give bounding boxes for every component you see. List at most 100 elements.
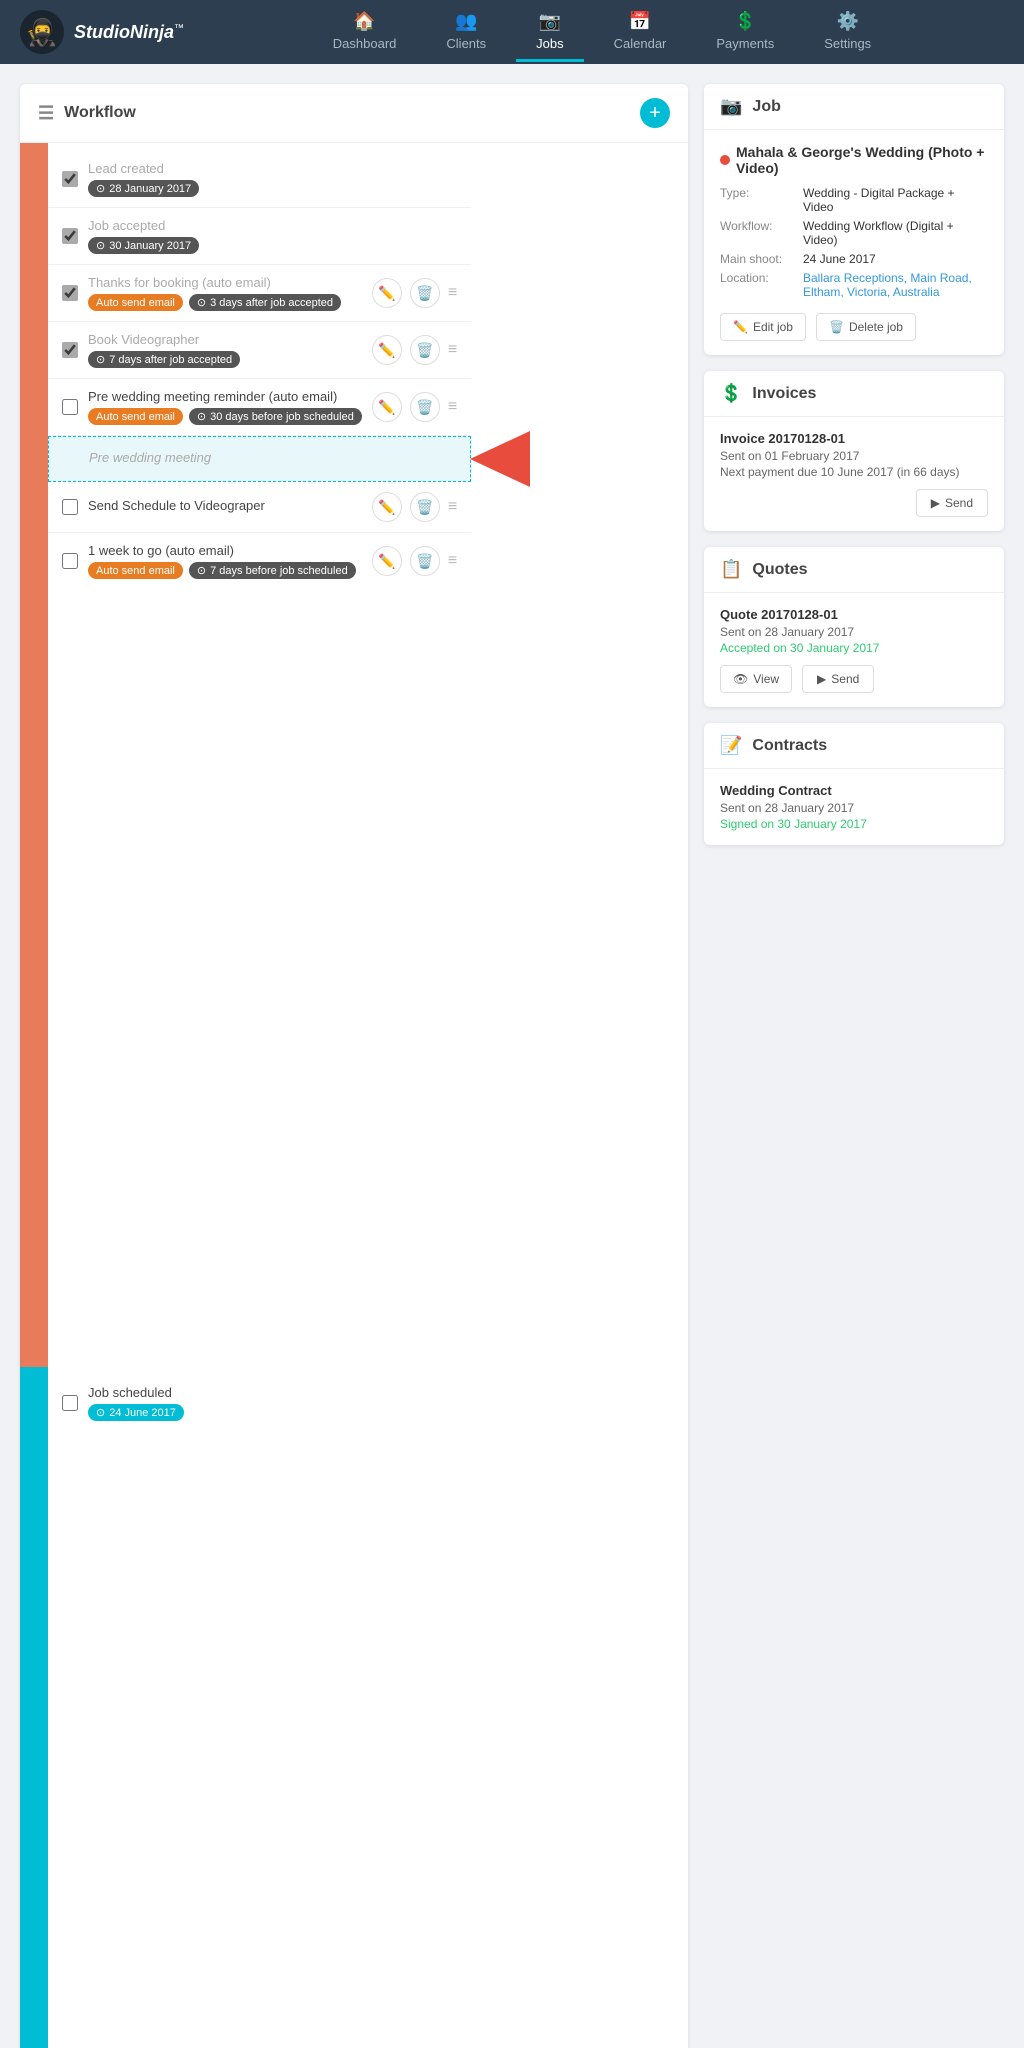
nav-item-payments[interactable]: 💲 Payments <box>696 3 794 62</box>
thanks-autosend-badge: Auto send email <box>88 294 183 311</box>
thanks-booking-edit-button[interactable]: ✏️ <box>372 278 402 308</box>
send-schedule-delete-button[interactable]: 🗑️ <box>410 492 440 522</box>
job-scheduled-checkbox[interactable] <box>62 1395 78 1411</box>
pre-wedding-reminder-drag-handle[interactable]: ≡ <box>448 398 457 416</box>
send-schedule-edit-button[interactable]: ✏️ <box>372 492 402 522</box>
pre-wedding-reminder-checkbox[interactable] <box>62 399 78 415</box>
pre-wedding-reminder-delete-button[interactable]: 🗑️ <box>410 392 440 422</box>
job-status-dot <box>720 155 730 165</box>
logo-studio: Studio <box>74 22 130 42</box>
book-videographer-days-badge: ⊙ 7 days after job accepted <box>88 351 240 368</box>
clock-icon-sm5: ⊙ <box>197 410 206 423</box>
edit-job-button[interactable]: ✏️ Edit job <box>720 313 806 341</box>
wf-item-lead-created: Lead created ⊙ 28 January 2017 <box>48 151 471 208</box>
quote-send-button[interactable]: ▶ Send <box>802 665 874 693</box>
nav-label-dashboard: Dashboard <box>333 36 397 51</box>
top-nav: 🥷 StudioNinja™ 🏠 Dashboard 👥 Clients 📷 J… <box>0 0 1024 64</box>
book-videographer-actions: ✏️ 🗑️ ≡ <box>372 335 457 365</box>
thanks-booking-delete-button[interactable]: 🗑️ <box>410 278 440 308</box>
pre-wedding-meeting-title: Pre wedding meeting <box>89 450 456 465</box>
wf-item-one-week: 1 week to go (auto email) Auto send emai… <box>48 533 471 589</box>
logo-text: StudioNinja™ <box>74 22 184 43</box>
one-week-title: 1 week to go (auto email) <box>88 543 362 558</box>
book-videographer-drag-handle[interactable]: ≡ <box>448 341 457 359</box>
wf-item-pre-wedding-meeting: Pre wedding meeting <box>48 436 471 482</box>
main-content: ☰ Workflow + PRE-SHOOT <box>0 64 1024 2048</box>
quote-send-label: Send <box>831 672 859 686</box>
book-videographer-badges: ⊙ 7 days after job accepted <box>88 351 362 368</box>
thanks-booking-drag-handle[interactable]: ≡ <box>448 284 457 302</box>
quote-view-button[interactable]: 👁 View <box>720 665 792 693</box>
send-schedule-drag-handle[interactable]: ≡ <box>448 498 457 516</box>
job-location-row: Location: Ballara Receptions, Main Road,… <box>720 271 988 299</box>
thanks-booking-checkbox[interactable] <box>62 285 78 301</box>
wf-item-send-schedule: Send Schedule to Videograper ✏️ 🗑️ ≡ <box>48 482 471 533</box>
thanks-booking-content: Thanks for booking (auto email) Auto sen… <box>88 275 362 311</box>
book-videographer-delete-button[interactable]: 🗑️ <box>410 335 440 365</box>
nav-item-jobs[interactable]: 📷 Jobs <box>516 3 583 62</box>
workflow-title: ☰ Workflow <box>38 103 136 124</box>
quotes-card-icon: 📋 <box>720 559 742 580</box>
workflow-items-pre-shoot: Lead created ⊙ 28 January 2017 <box>48 143 471 1367</box>
nav-item-dashboard[interactable]: 🏠 Dashboard <box>313 3 417 62</box>
one-week-delete-button[interactable]: 🗑️ <box>410 546 440 576</box>
quotes-card-title: Quotes <box>752 561 807 579</box>
job-card-body: Mahala & George's Wedding (Photo + Video… <box>704 130 1004 355</box>
add-workflow-item-button[interactable]: + <box>640 98 670 128</box>
payments-icon: 💲 <box>734 11 756 32</box>
contracts-card: 📝 Contracts Wedding Contract Sent on 28 … <box>704 723 1004 845</box>
thanks-booking-actions: ✏️ 🗑️ ≡ <box>372 278 457 308</box>
invoice-number: Invoice 20170128-01 <box>720 431 988 446</box>
nav-item-clients[interactable]: 👥 Clients <box>426 3 506 62</box>
send-schedule-title: Send Schedule to Videograper <box>88 498 362 513</box>
invoices-card: 💲 Invoices Invoice 20170128-01 Sent on 0… <box>704 371 1004 531</box>
invoice-sent: Sent on 01 February 2017 <box>720 449 988 463</box>
invoices-card-body: Invoice 20170128-01 Sent on 01 February … <box>704 417 1004 531</box>
job-workflow-value: Wedding Workflow (Digital + Video) <box>803 219 988 247</box>
invoice-send-button[interactable]: ▶ Send <box>916 489 988 517</box>
one-week-checkbox[interactable] <box>62 553 78 569</box>
invoice-actions: ▶ Send <box>720 489 988 517</box>
book-videographer-checkbox[interactable] <box>62 342 78 358</box>
job-type-label: Type: <box>720 186 795 214</box>
one-week-drag-handle[interactable]: ≡ <box>448 552 457 570</box>
wf-item-thanks-booking: Thanks for booking (auto email) Auto sen… <box>48 265 471 322</box>
pre-shoot-bar-top <box>20 143 48 1367</box>
nav-item-calendar[interactable]: 📅 Calendar <box>594 3 687 62</box>
thanks-days-badge: ⊙ 3 days after job accepted <box>189 294 341 311</box>
job-location-value[interactable]: Ballara Receptions, Main Road, Eltham, V… <box>803 271 988 299</box>
quotes-card-body: Quote 20170128-01 Sent on 28 January 201… <box>704 593 1004 707</box>
clock-icon-sm2: ⊙ <box>96 239 105 252</box>
quote-view-icon: 👁 <box>733 672 748 686</box>
job-accepted-content: Job accepted ⊙ 30 January 2017 <box>88 218 457 254</box>
clock-icon-sm: ⊙ <box>96 182 105 195</box>
quotes-card-header: 📋 Quotes <box>704 547 1004 593</box>
delete-job-button[interactable]: 🗑️ Delete job <box>816 313 916 341</box>
pre-wedding-reminder-edit-button[interactable]: ✏️ <box>372 392 402 422</box>
send-schedule-actions: ✏️ 🗑️ ≡ <box>372 492 457 522</box>
job-accepted-checkbox[interactable] <box>62 228 78 244</box>
lead-created-checkbox[interactable] <box>62 171 78 187</box>
nav-item-settings[interactable]: ⚙️ Settings <box>804 3 891 62</box>
job-mainshoot-label: Main shoot: <box>720 252 795 266</box>
quote-sent: Sent on 28 January 2017 <box>720 625 988 639</box>
job-scheduled-date-badge: ⊙ 24 June 2017 <box>88 1404 184 1421</box>
wf-item-job-accepted: Job accepted ⊙ 30 January 2017 <box>48 208 471 265</box>
nav-items: 🏠 Dashboard 👥 Clients 📷 Jobs 📅 Calendar … <box>200 3 1004 62</box>
book-videographer-edit-button[interactable]: ✏️ <box>372 335 402 365</box>
edit-job-label: Edit job <box>753 320 793 334</box>
clock-icon-sm6: ⊙ <box>197 564 206 577</box>
clock-icon-sm3: ⊙ <box>197 296 206 309</box>
send-schedule-checkbox[interactable] <box>62 499 78 515</box>
thanks-booking-title: Thanks for booking (auto email) <box>88 275 362 290</box>
clock-icon-sm7: ⊙ <box>96 1406 105 1419</box>
pre-wedding-reminder-actions: ✏️ 🗑️ ≡ <box>372 392 457 422</box>
contract-name: Wedding Contract <box>720 783 988 798</box>
one-week-edit-button[interactable]: ✏️ <box>372 546 402 576</box>
dashboard-icon: 🏠 <box>353 11 375 32</box>
job-card-header: 📷 Job <box>704 84 1004 130</box>
workflow-items-shoot: Job scheduled ⊙ 24 June 2017 <box>48 1367 688 2048</box>
job-accepted-title: Job accepted <box>88 218 457 233</box>
workflow-card: ☰ Workflow + PRE-SHOOT <box>20 84 688 2048</box>
job-accepted-badges: ⊙ 30 January 2017 <box>88 237 457 254</box>
